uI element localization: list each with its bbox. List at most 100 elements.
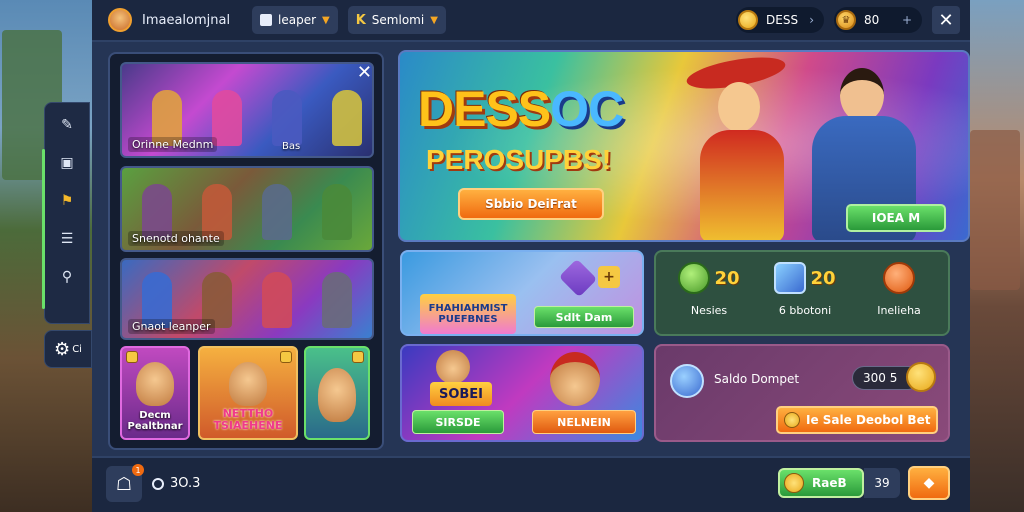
event-title: SOBEI: [430, 382, 492, 406]
mission-button[interactable]: Sdlt Dam: [534, 306, 634, 328]
k-icon: K: [355, 12, 366, 28]
collect-button-label: RaeB: [812, 476, 847, 490]
banner-title-part1: DESS: [418, 81, 551, 137]
stat-label: Nesies: [690, 304, 728, 317]
settings-tab-label: Ci: [72, 343, 82, 355]
hero-art: [262, 184, 292, 240]
flag-icon[interactable]: ⚑: [55, 189, 79, 213]
player-avatar[interactable]: [108, 8, 132, 32]
wallet-button[interactable]: Ie Sale Deobol Bet: [776, 406, 938, 434]
nav-progress-bar: [42, 149, 45, 309]
collect-count: 39: [864, 468, 900, 498]
chest-icon: [774, 262, 807, 294]
character-body: [700, 130, 784, 240]
document-icon[interactable]: ▣: [55, 151, 79, 175]
stat-value: 20: [810, 267, 836, 289]
search-icon[interactable]: ⚲: [55, 265, 79, 289]
banner-secondary-button[interactable]: IOEA M: [846, 204, 946, 232]
mission-logo: FHAHIAHMIST PUEFBNES: [420, 294, 516, 334]
settings-tab[interactable]: ⚙ Ci: [44, 330, 92, 368]
wallet-button-label: Ie Sale Deobol Bet: [806, 413, 931, 427]
tab-leaper[interactable]: leaper ▼: [252, 6, 338, 34]
plus-icon: +: [901, 13, 912, 27]
chevron-right-icon: ›: [809, 13, 814, 27]
scroll-icon[interactable]: ☰: [55, 227, 79, 251]
badge-icon: [280, 351, 292, 363]
plus-button[interactable]: +: [598, 266, 620, 288]
mission-card[interactable]: FHAHIAHMIST PUEFBNES + Sdlt Dam: [400, 250, 644, 336]
coin-balance-value: DESS: [766, 13, 799, 27]
feather-icon[interactable]: ✎: [55, 113, 79, 137]
hero-portrait: [229, 362, 267, 406]
game-tile-label: NETTHO TSIAEHENE: [213, 406, 283, 432]
collect-button[interactable]: RaeB: [778, 468, 864, 498]
close-button[interactable]: ✕: [932, 6, 960, 34]
coin-icon: [784, 473, 804, 493]
game-tile[interactable]: NETTHO TSIAEHENE: [198, 346, 298, 440]
coin-icon: [738, 10, 758, 30]
event-card[interactable]: SOBEI SIRSDE NELNEIN: [400, 344, 644, 442]
game-card-title: Gnaot leanper: [128, 319, 215, 334]
top-bar: Imaealomjnal leaper ▼ K Semlomi ▼ DESS ›…: [92, 0, 970, 42]
app-title: Imaealomjnal: [142, 12, 231, 28]
hero-art: [322, 184, 352, 240]
hero-art: [272, 90, 302, 146]
coin-icon: [906, 362, 936, 392]
stat-item[interactable]: Inelieha: [854, 262, 944, 317]
notification-badge: 1: [132, 464, 144, 476]
tab-leaper-label: leaper: [278, 13, 317, 27]
promo-banner[interactable]: DESSOC PEROSUPBS! Sbbio DeiFrat IOEA M: [398, 50, 970, 242]
stat-label: Inelieha: [877, 304, 921, 317]
game-card-title: Snenotd ohante: [128, 231, 224, 246]
leaf-icon: [678, 262, 711, 294]
bottom-value: 3O.3: [152, 476, 200, 491]
banner-cta-button[interactable]: Sbbio DeiFrat: [458, 188, 604, 220]
bottom-bar: ☖ 1 3O.3 RaeB 39 ◆: [92, 456, 970, 512]
crown-balance[interactable]: ♛ 80 +: [834, 7, 922, 33]
event-button-secondary[interactable]: NELNEIN: [532, 410, 636, 434]
game-card[interactable]: Gnaot leanper: [120, 258, 374, 340]
hero-portrait: [318, 368, 356, 422]
go-button[interactable]: ◆: [908, 466, 950, 500]
gem-icon: [558, 258, 598, 298]
character-portrait: [840, 68, 884, 122]
stat-item[interactable]: 20 6 bbotoni: [760, 262, 850, 317]
bottom-value-text: 3O.3: [170, 476, 201, 491]
side-nav: ✎ ▣ ⚑ ☰ ⚲: [42, 102, 90, 324]
orb-icon: [883, 262, 915, 294]
event-button-primary[interactable]: SIRSDE: [412, 410, 504, 434]
game-card[interactable]: Orinne Mednm Bas: [120, 62, 374, 158]
chevron-down-icon: ▼: [430, 14, 438, 26]
hero-art: [322, 272, 352, 328]
game-tile[interactable]: [304, 346, 370, 440]
crown-balance-value: 80: [864, 13, 880, 27]
main-panel: ✕ Orinne Mednm Bas Snenotd ohante Gnaot …: [92, 42, 970, 456]
ring-icon: [152, 477, 164, 490]
hero-portrait: [136, 362, 174, 406]
stat-value: 20: [714, 267, 740, 289]
wallet-card: Saldo Dompet 300 5 Ie Sale Deobol Bet: [654, 344, 950, 442]
stat-item[interactable]: 20 Nesies: [664, 262, 754, 317]
game-card-subtitle: Bas: [282, 141, 301, 152]
game-tile[interactable]: Decm Pealtbnar: [120, 346, 190, 440]
game-tile-label: Decm Pealtbnar: [127, 410, 183, 432]
game-card[interactable]: Snenotd ohante: [120, 166, 374, 252]
stats-card: 20 Nesies 20 6 bbotoni Inelieha: [654, 250, 950, 336]
profile-icon: [260, 14, 272, 26]
chevron-down-icon: ▼: [322, 14, 330, 26]
coin-icon: [784, 412, 800, 428]
tab-semlomi-label: Semlomi: [371, 13, 425, 27]
tab-semlomi[interactable]: K Semlomi ▼: [347, 6, 446, 34]
stat-label: 6 bbotoni: [778, 304, 832, 317]
character-portrait: [550, 352, 600, 406]
character-portrait: [718, 82, 760, 132]
banner-title-part2: OC: [550, 81, 624, 137]
hero-art: [262, 272, 292, 328]
close-icon[interactable]: ✕: [357, 62, 372, 83]
hero-art: [332, 90, 362, 146]
wallet-icon: [670, 364, 704, 398]
badge-icon: [352, 351, 364, 363]
banner-title: DESSOC: [418, 80, 624, 138]
coin-balance[interactable]: DESS ›: [736, 7, 824, 33]
banner-subtitle: PEROSUPBS!: [426, 144, 612, 175]
